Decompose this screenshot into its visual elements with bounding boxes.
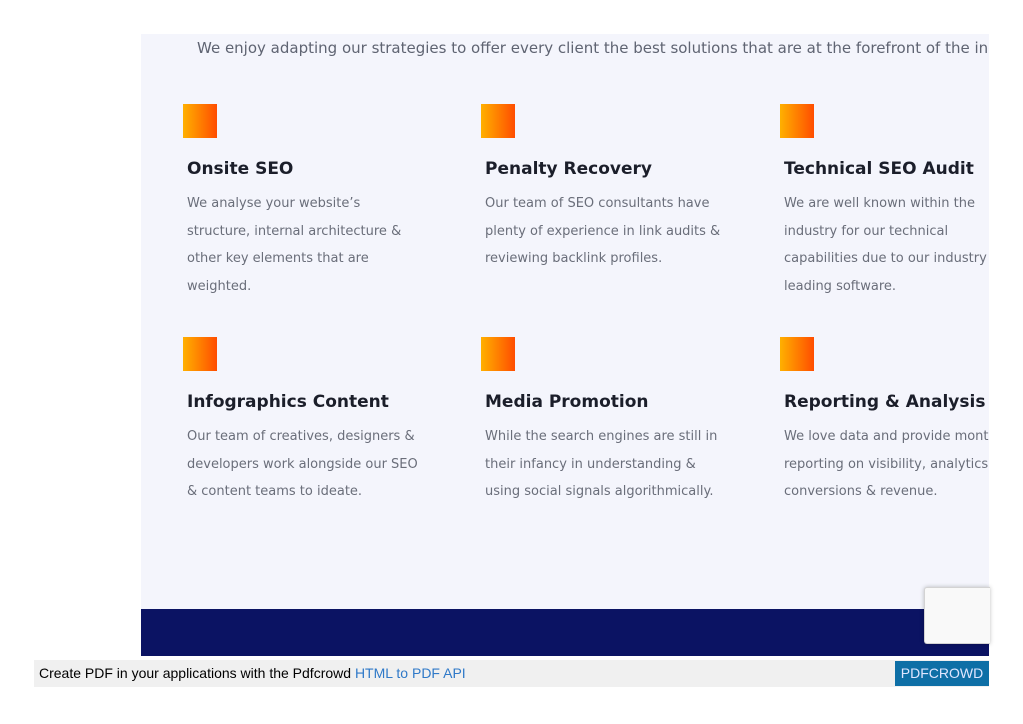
- service-description-line: industry for our technical: [784, 223, 949, 239]
- services-section: We enjoy adapting our strategies to offe…: [141, 34, 989, 609]
- service-description: We are well known within the industry fo…: [784, 190, 989, 300]
- recaptcha-badge[interactable]: [924, 587, 990, 644]
- service-icon: [481, 337, 515, 371]
- service-icon: [183, 104, 217, 138]
- footer-band: [141, 609, 989, 656]
- service-description-line: While the search engines are still in: [485, 429, 718, 444]
- service-description: We analyse your website’s structure, int…: [187, 190, 437, 300]
- service-description-line: Our team of creatives, designers &: [187, 429, 415, 444]
- service-description-line: We are well known within the: [784, 196, 975, 211]
- pdf-watermark-text: Create PDF in your applications with the…: [39, 665, 466, 682]
- pdfcrowd-button[interactable]: PDFCROWD: [895, 661, 989, 686]
- service-icon: [780, 104, 814, 138]
- service-title: Reporting & Analysis: [784, 392, 986, 412]
- service-title: Infographics Content: [187, 392, 389, 412]
- html-to-pdf-api-link[interactable]: HTML to PDF API: [355, 665, 466, 681]
- service-title: Onsite SEO: [187, 159, 294, 179]
- service-description-line: weighted.: [187, 278, 252, 294]
- service-description: Our team of SEO consultants have plenty …: [485, 190, 735, 273]
- service-description: While the search engines are still in th…: [485, 423, 735, 506]
- service-description-line: reporting on visibility, analytics,: [784, 456, 989, 472]
- service-description: We love data and provide mont reporting …: [784, 423, 989, 506]
- service-description-line: structure, internal architecture &: [187, 223, 402, 239]
- service-icon: [183, 337, 217, 371]
- service-description-line: reviewing backlink profiles.: [485, 251, 663, 266]
- service-description-line: & content teams to ideate.: [187, 484, 363, 499]
- service-description-line: using social signals algorithmically.: [485, 484, 714, 499]
- intro-text: We enjoy adapting our strategies to offe…: [197, 39, 989, 57]
- service-icon: [780, 337, 814, 371]
- service-title: Media Promotion: [485, 392, 649, 412]
- service-title: Technical SEO Audit: [784, 159, 974, 179]
- service-description-line: plenty of experience in link audits &: [485, 223, 721, 239]
- service-description-line: developers work alongside our SEO: [187, 456, 418, 472]
- page: We enjoy adapting our strategies to offe…: [0, 0, 1023, 724]
- service-description-line: We analyse your website’s: [187, 196, 361, 211]
- service-description-line: capabilities due to our industry: [784, 251, 987, 266]
- service-description-line: other key elements that are: [187, 251, 369, 266]
- service-description-line: We love data and provide mont: [784, 429, 989, 444]
- service-description-line: leading software.: [784, 278, 897, 294]
- service-icon: [481, 104, 515, 138]
- service-description-line: their infancy in understanding &: [485, 456, 696, 472]
- service-description-line: Our team of SEO consultants have: [485, 196, 710, 211]
- service-title: Penalty Recovery: [485, 159, 652, 179]
- pdf-watermark-bar: Create PDF in your applications with the…: [34, 660, 989, 687]
- pdf-watermark-prefix: Create PDF in your applications with the…: [39, 665, 355, 681]
- service-description-line: conversions & revenue.: [784, 484, 938, 499]
- service-description: Our team of creatives, designers & devel…: [187, 423, 437, 506]
